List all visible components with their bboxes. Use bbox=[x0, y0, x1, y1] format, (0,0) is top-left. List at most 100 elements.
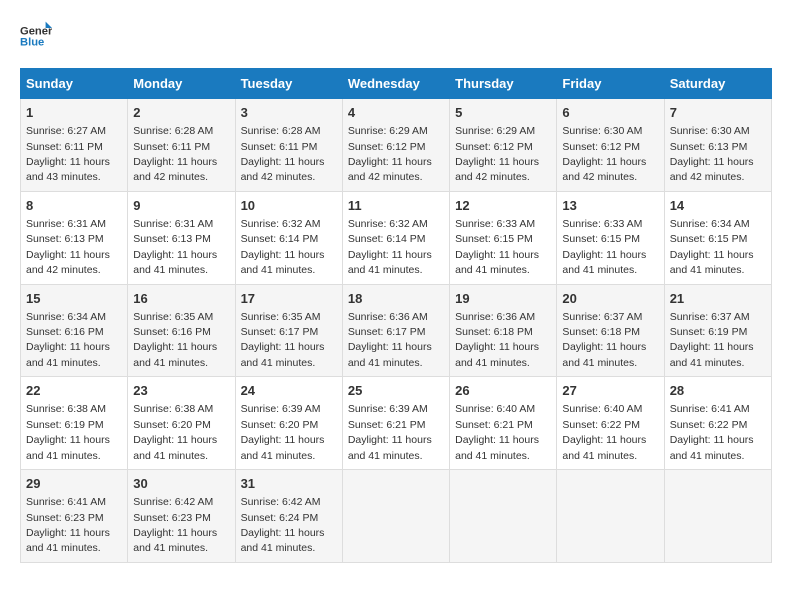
day-number: 8 bbox=[26, 197, 122, 215]
calendar-week-4: 22 Sunrise: 6:38 AMSunset: 6:19 PMDayligh… bbox=[21, 377, 772, 470]
cell-content: Sunrise: 6:28 AMSunset: 6:11 PMDaylight:… bbox=[133, 125, 217, 183]
cell-content: Sunrise: 6:36 AMSunset: 6:17 PMDaylight:… bbox=[348, 311, 432, 369]
cell-content: Sunrise: 6:36 AMSunset: 6:18 PMDaylight:… bbox=[455, 311, 539, 369]
day-number: 10 bbox=[241, 197, 337, 215]
day-number: 31 bbox=[241, 475, 337, 493]
cell-content: Sunrise: 6:34 AMSunset: 6:15 PMDaylight:… bbox=[670, 218, 754, 276]
calendar-cell: 26Sunrise: 6:40 AMSunset: 6:21 PMDayligh… bbox=[450, 377, 557, 470]
day-number: 22 bbox=[26, 382, 122, 400]
cell-content: Sunrise: 6:42 AMSunset: 6:24 PMDaylight:… bbox=[241, 496, 325, 554]
calendar-cell: 12 Sunrise: 6:33 AMSunset: 6:15 PMDayligh… bbox=[450, 191, 557, 284]
header-wednesday: Wednesday bbox=[342, 69, 449, 99]
cell-content: Sunrise: 6:29 AMSunset: 6:12 PMDaylight:… bbox=[348, 125, 432, 183]
logo-icon: General Blue bbox=[20, 20, 52, 52]
cell-content: Sunrise: 6:37 AMSunset: 6:18 PMDaylight:… bbox=[562, 311, 646, 369]
calendar-cell: 30 Sunrise: 6:42 AMSunset: 6:23 PMDayligh… bbox=[128, 470, 235, 563]
cell-content: Sunrise: 6:39 AMSunset: 6:20 PMDaylight:… bbox=[241, 403, 325, 461]
cell-content: Sunrise: 6:27 AMSunset: 6:11 PMDaylight:… bbox=[26, 125, 110, 183]
calendar-cell: 28 Sunrise: 6:41 AMSunset: 6:22 PMDayligh… bbox=[664, 377, 771, 470]
calendar-cell: 6 Sunrise: 6:30 AMSunset: 6:12 PMDaylight… bbox=[557, 99, 664, 192]
calendar-cell: 24 Sunrise: 6:39 AMSunset: 6:20 PMDayligh… bbox=[235, 377, 342, 470]
day-number: 17 bbox=[241, 290, 337, 308]
day-number: 3 bbox=[241, 104, 337, 122]
header-monday: Monday bbox=[128, 69, 235, 99]
page-header: General Blue bbox=[20, 20, 772, 52]
header-friday: Friday bbox=[557, 69, 664, 99]
calendar-cell: 18 Sunrise: 6:36 AMSunset: 6:17 PMDayligh… bbox=[342, 284, 449, 377]
calendar-week-3: 15 Sunrise: 6:34 AMSunset: 6:16 PMDayligh… bbox=[21, 284, 772, 377]
day-number: 24 bbox=[241, 382, 337, 400]
calendar-cell bbox=[342, 470, 449, 563]
day-number: 21 bbox=[670, 290, 766, 308]
cell-content: Sunrise: 6:38 AMSunset: 6:19 PMDaylight:… bbox=[26, 403, 110, 461]
cell-content: Sunrise: 6:41 AMSunset: 6:23 PMDaylight:… bbox=[26, 496, 110, 554]
day-number: 15 bbox=[26, 290, 122, 308]
day-number: 12 bbox=[455, 197, 551, 215]
cell-content: Sunrise: 6:33 AMSunset: 6:15 PMDaylight:… bbox=[562, 218, 646, 276]
calendar-cell: 9 Sunrise: 6:31 AMSunset: 6:13 PMDaylight… bbox=[128, 191, 235, 284]
day-number: 30 bbox=[133, 475, 229, 493]
calendar-cell: 13 Sunrise: 6:33 AMSunset: 6:15 PMDayligh… bbox=[557, 191, 664, 284]
cell-content: Sunrise: 6:31 AMSunset: 6:13 PMDaylight:… bbox=[26, 218, 110, 276]
calendar-cell: 10Sunrise: 6:32 AMSunset: 6:14 PMDayligh… bbox=[235, 191, 342, 284]
day-number: 2 bbox=[133, 104, 229, 122]
cell-content: Sunrise: 6:31 AMSunset: 6:13 PMDaylight:… bbox=[133, 218, 217, 276]
cell-content: Sunrise: 6:37 AMSunset: 6:19 PMDaylight:… bbox=[670, 311, 754, 369]
calendar-cell: 1 Sunrise: 6:27 AMSunset: 6:11 PMDaylight… bbox=[21, 99, 128, 192]
day-number: 18 bbox=[348, 290, 444, 308]
cell-content: Sunrise: 6:32 AMSunset: 6:14 PMDaylight:… bbox=[348, 218, 432, 276]
calendar-cell: 5Sunrise: 6:29 AMSunset: 6:12 PMDaylight… bbox=[450, 99, 557, 192]
day-number: 9 bbox=[133, 197, 229, 215]
day-number: 23 bbox=[133, 382, 229, 400]
calendar-cell bbox=[557, 470, 664, 563]
day-number: 6 bbox=[562, 104, 658, 122]
calendar-cell: 7 Sunrise: 6:30 AMSunset: 6:13 PMDaylight… bbox=[664, 99, 771, 192]
day-number: 7 bbox=[670, 104, 766, 122]
day-number: 27 bbox=[562, 382, 658, 400]
cell-content: Sunrise: 6:38 AMSunset: 6:20 PMDaylight:… bbox=[133, 403, 217, 461]
calendar-cell: 17 Sunrise: 6:35 AMSunset: 6:17 PMDayligh… bbox=[235, 284, 342, 377]
cell-content: Sunrise: 6:28 AMSunset: 6:11 PMDaylight:… bbox=[241, 125, 325, 183]
logo: General Blue bbox=[20, 20, 52, 52]
calendar-cell: 23 Sunrise: 6:38 AMSunset: 6:20 PMDayligh… bbox=[128, 377, 235, 470]
day-number: 13 bbox=[562, 197, 658, 215]
calendar-cell: 21 Sunrise: 6:37 AMSunset: 6:19 PMDayligh… bbox=[664, 284, 771, 377]
cell-content: Sunrise: 6:40 AMSunset: 6:21 PMDaylight:… bbox=[455, 403, 539, 461]
cell-content: Sunrise: 6:35 AMSunset: 6:17 PMDaylight:… bbox=[241, 311, 325, 369]
calendar-header-row: SundayMondayTuesdayWednesdayThursdayFrid… bbox=[21, 69, 772, 99]
calendar-cell: 25 Sunrise: 6:39 AMSunset: 6:21 PMDayligh… bbox=[342, 377, 449, 470]
calendar-cell: 11 Sunrise: 6:32 AMSunset: 6:14 PMDayligh… bbox=[342, 191, 449, 284]
header-thursday: Thursday bbox=[450, 69, 557, 99]
cell-content: Sunrise: 6:34 AMSunset: 6:16 PMDaylight:… bbox=[26, 311, 110, 369]
calendar-cell: 22 Sunrise: 6:38 AMSunset: 6:19 PMDayligh… bbox=[21, 377, 128, 470]
day-number: 11 bbox=[348, 197, 444, 215]
calendar-cell: 27 Sunrise: 6:40 AMSunset: 6:22 PMDayligh… bbox=[557, 377, 664, 470]
day-number: 20 bbox=[562, 290, 658, 308]
header-saturday: Saturday bbox=[664, 69, 771, 99]
cell-content: Sunrise: 6:42 AMSunset: 6:23 PMDaylight:… bbox=[133, 496, 217, 554]
calendar-cell: 20 Sunrise: 6:37 AMSunset: 6:18 PMDayligh… bbox=[557, 284, 664, 377]
svg-text:Blue: Blue bbox=[20, 37, 44, 49]
day-number: 14 bbox=[670, 197, 766, 215]
day-number: 1 bbox=[26, 104, 122, 122]
cell-content: Sunrise: 6:40 AMSunset: 6:22 PMDaylight:… bbox=[562, 403, 646, 461]
cell-content: Sunrise: 6:33 AMSunset: 6:15 PMDaylight:… bbox=[455, 218, 539, 276]
calendar-cell bbox=[450, 470, 557, 563]
calendar-cell: 4 Sunrise: 6:29 AMSunset: 6:12 PMDaylight… bbox=[342, 99, 449, 192]
cell-content: Sunrise: 6:30 AMSunset: 6:13 PMDaylight:… bbox=[670, 125, 754, 183]
day-number: 16 bbox=[133, 290, 229, 308]
calendar-table: SundayMondayTuesdayWednesdayThursdayFrid… bbox=[20, 68, 772, 563]
cell-content: Sunrise: 6:41 AMSunset: 6:22 PMDaylight:… bbox=[670, 403, 754, 461]
cell-content: Sunrise: 6:39 AMSunset: 6:21 PMDaylight:… bbox=[348, 403, 432, 461]
header-sunday: Sunday bbox=[21, 69, 128, 99]
calendar-week-1: 1 Sunrise: 6:27 AMSunset: 6:11 PMDaylight… bbox=[21, 99, 772, 192]
calendar-cell: 3 Sunrise: 6:28 AMSunset: 6:11 PMDaylight… bbox=[235, 99, 342, 192]
cell-content: Sunrise: 6:30 AMSunset: 6:12 PMDaylight:… bbox=[562, 125, 646, 183]
day-number: 29 bbox=[26, 475, 122, 493]
day-number: 28 bbox=[670, 382, 766, 400]
calendar-cell: 16Sunrise: 6:35 AMSunset: 6:16 PMDayligh… bbox=[128, 284, 235, 377]
day-number: 4 bbox=[348, 104, 444, 122]
day-number: 25 bbox=[348, 382, 444, 400]
calendar-week-2: 8 Sunrise: 6:31 AMSunset: 6:13 PMDaylight… bbox=[21, 191, 772, 284]
calendar-cell: 14 Sunrise: 6:34 AMSunset: 6:15 PMDayligh… bbox=[664, 191, 771, 284]
